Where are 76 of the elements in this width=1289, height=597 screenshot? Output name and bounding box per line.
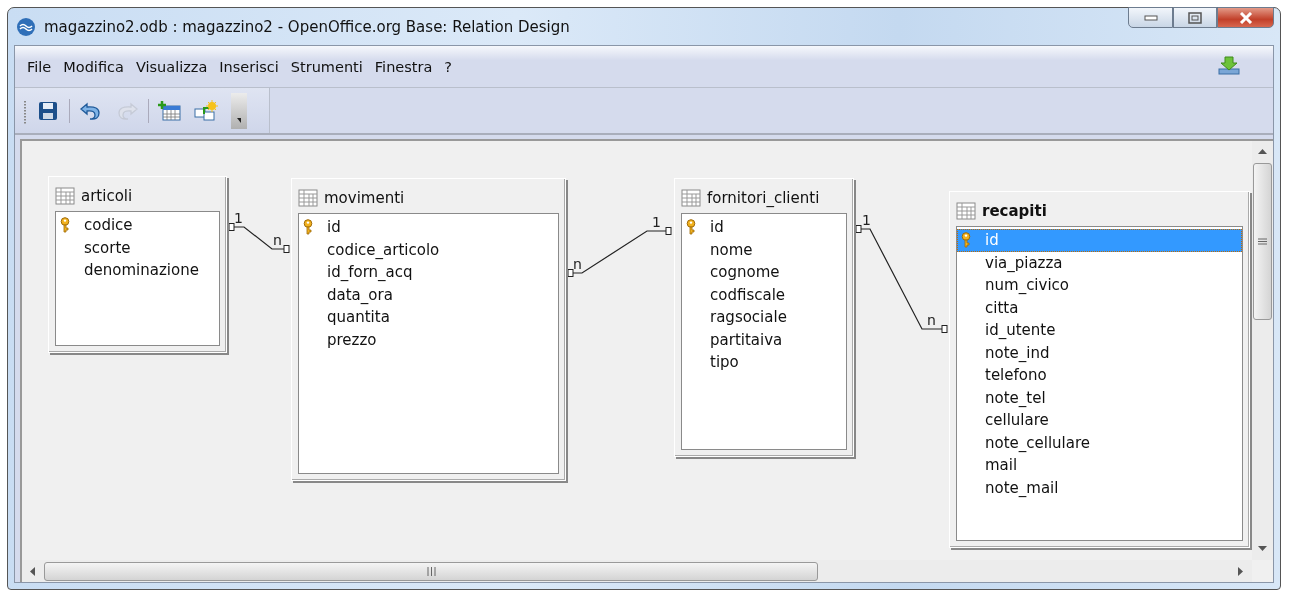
cardinality-label: 1 — [234, 210, 243, 226]
cardinality-label: n — [573, 256, 582, 272]
cardinality-label: 1 — [862, 212, 871, 228]
grip-icon — [1258, 238, 1267, 245]
window-title: magazzino2.odb : magazzino2 - OpenOffice.org Base: Relation Design — [44, 17, 570, 36]
minimize-icon — [1143, 14, 1158, 21]
menu-item[interactable]: Modifica — [57, 58, 130, 75]
menu-item[interactable]: File — [21, 58, 58, 75]
relation-line[interactable] — [228, 223, 290, 253]
table-window[interactable]: fornitori_clienti id nome cognome codfiscale ragsociale partitaiva tipo — [674, 178, 854, 457]
field-item[interactable]: denominazione — [56, 259, 219, 282]
scroll-left-icon[interactable] — [30, 566, 36, 576]
field-item[interactable]: partitaiva — [682, 328, 846, 351]
grip-icon — [426, 566, 436, 576]
field-item[interactable]: id — [682, 216, 846, 239]
field-item[interactable]: tipo — [682, 351, 846, 374]
table-name: fornitori_clienti — [707, 189, 820, 207]
scroll-right-icon[interactable] — [1238, 566, 1244, 576]
field-item[interactable]: via_piazza — [957, 251, 1242, 274]
field-item[interactable]: data_ora — [299, 283, 558, 306]
field-item[interactable]: quantita — [299, 306, 558, 329]
field-item[interactable]: scorte — [56, 236, 219, 259]
cardinality-label: 1 — [652, 214, 661, 230]
cardinality-label: n — [927, 312, 936, 328]
field-item[interactable]: mail — [957, 454, 1242, 477]
field-item[interactable]: ragsociale — [682, 306, 846, 329]
field-item[interactable]: cognome — [682, 261, 846, 284]
scroll-down-icon[interactable] — [1258, 546, 1267, 552]
scroll-thumb[interactable] — [1253, 163, 1272, 320]
field-item[interactable]: cellulare — [957, 409, 1242, 432]
field-item[interactable]: num_civico — [957, 274, 1242, 297]
field-item[interactable]: codice_articolo — [299, 238, 558, 261]
maximize-icon — [1188, 11, 1202, 24]
table-icon — [681, 189, 701, 207]
field-item[interactable]: telefono — [957, 364, 1242, 387]
add-table-icon — [158, 99, 182, 122]
scroll-up-icon[interactable] — [1258, 149, 1267, 155]
menu-item[interactable]: Strumenti — [284, 58, 369, 75]
caret-icon — [237, 117, 241, 123]
table-window[interactable]: recapiti id via_piazza num_civico citta id_utente note_ind telefono note_tel cellulare note_cellulare mail note_mail — [949, 191, 1250, 548]
relation-line[interactable] — [567, 227, 672, 277]
field-item[interactable]: note_mail — [957, 476, 1242, 499]
table-icon — [956, 202, 976, 220]
table-icon — [55, 187, 75, 205]
new-relation-icon — [194, 99, 218, 122]
menu-item[interactable]: ? — [438, 58, 459, 75]
cardinality-label: n — [273, 232, 282, 248]
table-name: recapiti — [982, 202, 1047, 220]
field-item[interactable]: note_ind — [957, 341, 1242, 364]
table-window[interactable]: movimenti id codice_articolo id_forn_acq data_ora quantita prezzo — [291, 178, 566, 481]
minimize-button[interactable] — [1128, 7, 1173, 28]
download-icon[interactable] — [1217, 56, 1241, 76]
table-name: articoli — [81, 187, 133, 205]
close-icon — [1237, 11, 1254, 24]
field-item[interactable]: id_utente — [957, 319, 1242, 342]
field-item[interactable]: prezzo — [299, 328, 558, 351]
menu-item[interactable]: Inserisci — [213, 58, 285, 75]
field-item[interactable]: citta — [957, 296, 1242, 319]
scroll-thumb[interactable] — [44, 561, 818, 581]
table-window[interactable]: articoli codice scorte denominazione — [48, 176, 227, 353]
field-item[interactable]: codfiscale — [682, 283, 846, 306]
close-button[interactable] — [1217, 7, 1274, 28]
field-item[interactable]: note_tel — [957, 386, 1242, 409]
field-item[interactable]: id_forn_acq — [299, 261, 558, 284]
field-item[interactable]: codice — [56, 214, 219, 237]
maximize-button[interactable] — [1173, 7, 1217, 28]
table-name: movimenti — [324, 189, 405, 207]
field-item[interactable]: nome — [682, 238, 846, 261]
vertical-scrollbar[interactable] — [1252, 141, 1273, 560]
menu-item[interactable]: Visualizza — [129, 58, 214, 75]
menu-item[interactable]: Finestra — [368, 58, 439, 75]
field-item[interactable]: note_cellulare — [957, 431, 1242, 454]
field-item[interactable]: id — [299, 216, 558, 239]
app-logo-icon — [16, 16, 36, 37]
horizontal-scrollbar[interactable] — [22, 560, 1252, 582]
table-icon — [298, 189, 318, 207]
